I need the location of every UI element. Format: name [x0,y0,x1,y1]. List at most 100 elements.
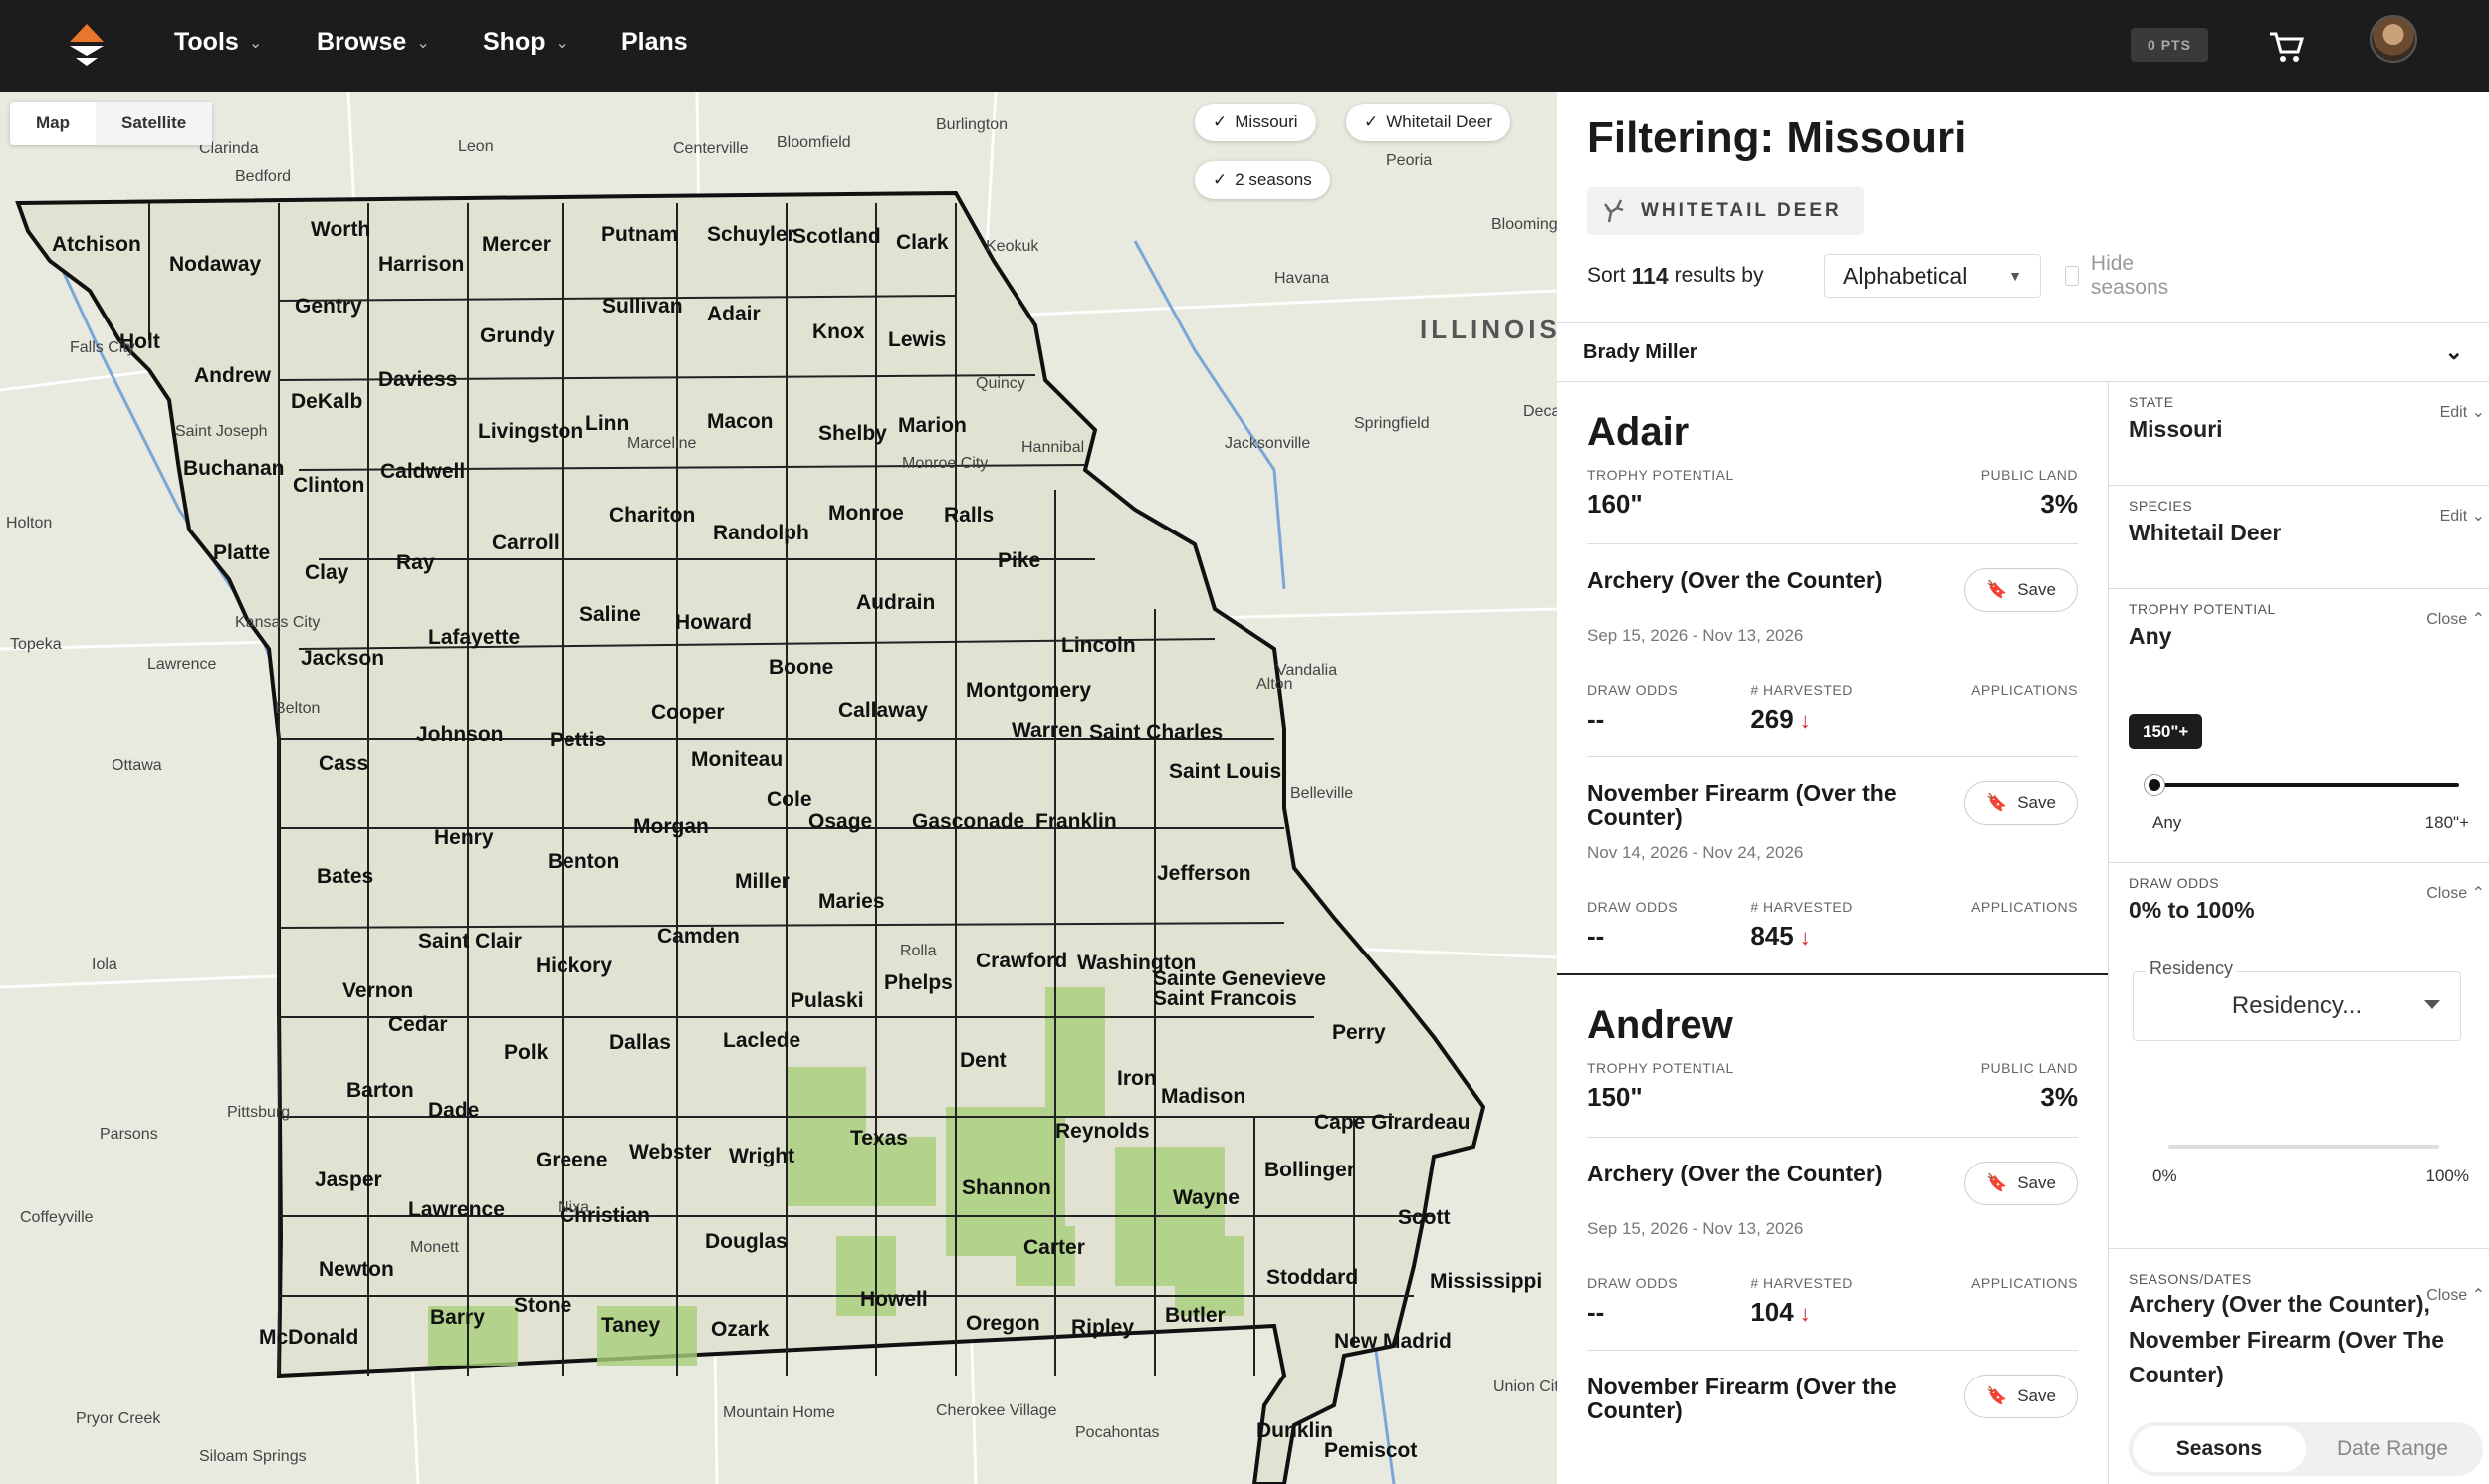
save-button[interactable]: 🔖 Save [1964,781,2078,825]
county-label[interactable]: Harrison [378,253,464,276]
user-selector[interactable]: Brady Miller ⌄ [1557,322,2489,382]
filter-chip-missouri[interactable]: ✓ Missouri [1195,104,1316,141]
county-label[interactable]: Jasper [315,1168,382,1191]
unit-card-adair[interactable]: Adair TROPHY POTENTIAL 160" PUBLIC LAND 3%… [1557,382,2108,976]
county-label[interactable]: Knox [812,320,865,343]
county-label[interactable]: Cape Girardeau [1314,1111,1470,1134]
filter-draw-odds[interactable]: DRAW ODDS 0% to 100% Close ⌃ Residency Re… [2109,863,2489,1249]
county-label[interactable]: Ray [396,551,435,574]
county-label[interactable]: Cole [767,788,812,811]
county-label[interactable]: Pike [998,549,1040,572]
county-label[interactable]: Daviess [378,368,457,391]
county-label[interactable]: Lawrence [408,1198,505,1221]
seasons-mode-tabs[interactable]: Seasons Date Range [2129,1422,2483,1476]
filter-species[interactable]: SPECIES Whitetail Deer Edit ⌄ [2109,486,2489,589]
season-row[interactable]: November Firearm (Over the Counter) 🔖 Save [1587,1351,2078,1444]
county-label[interactable]: Livingston [478,420,583,443]
county-label[interactable]: Chariton [609,504,695,527]
nav-shop[interactable]: Shop ⌄ [483,28,568,57]
season-row[interactable]: Archery (Over the Counter) 🔖 Save Sep 15, … [1587,1138,2078,1352]
county-label[interactable]: Hickory [536,954,612,977]
county-label[interactable]: Howell [860,1288,928,1311]
county-label[interactable]: Boone [769,656,833,679]
county-label[interactable]: Gentry [295,295,362,318]
county-label[interactable]: Randolph [713,522,809,544]
county-label[interactable]: Cedar [388,1013,448,1036]
county-label[interactable]: Bollinger [1264,1159,1355,1181]
county-label[interactable]: Mississippi [1430,1270,1542,1293]
county-label[interactable]: Clark [896,231,949,254]
county-label[interactable]: Callaway [838,699,928,722]
county-label[interactable]: Montgomery [966,679,1091,702]
filter-chip-seasons[interactable]: ✓ 2 seasons [1195,161,1330,199]
county-label[interactable]: Andrew [194,364,272,387]
county-label[interactable]: Macon [707,410,774,433]
save-button[interactable]: 🔖 Save [1964,1162,2078,1206]
county-label[interactable]: Monroe [828,502,904,525]
county-label[interactable]: Saint Francois [1153,987,1297,1010]
map-canvas[interactable]: Atchison Nodaway Worth Harrison Mercer Putnam… [0,92,1557,1484]
county-label[interactable]: Butler [1165,1304,1226,1327]
county-label[interactable]: Saint Charles [1089,721,1223,743]
nav-tools[interactable]: Tools ⌄ [174,28,262,57]
season-row[interactable]: November Firearm (Over the Counter) 🔖 Save… [1587,757,2078,973]
tab-date-range[interactable]: Date Range [2306,1426,2479,1472]
county-label[interactable]: Barry [430,1306,485,1329]
county-label[interactable]: Cass [319,752,368,775]
save-button[interactable]: 🔖 Save [1964,1375,2078,1419]
hide-seasons-toggle[interactable]: Hide seasons [2065,252,2174,299]
county-label[interactable]: Wayne [1173,1186,1240,1209]
county-label[interactable]: Clinton [293,474,364,497]
filter-chip-whitetail-deer[interactable]: ✓ Whitetail Deer [1346,104,1511,141]
county-label[interactable]: Shelby [818,422,887,445]
county-label[interactable]: Vernon [342,979,413,1002]
county-label[interactable]: Cooper [651,701,725,724]
county-label[interactable]: Howard [675,611,752,634]
county-label[interactable]: Buchanan [183,457,285,480]
county-label[interactable]: Reynolds [1055,1120,1150,1143]
save-button[interactable]: 🔖 Save [1964,568,2078,612]
county-label[interactable]: Iron [1117,1067,1157,1090]
county-label[interactable]: Dallas [609,1031,671,1054]
county-label[interactable]: Nodaway [169,253,262,276]
county-label[interactable]: Caldwell [380,460,465,483]
county-label[interactable]: Phelps [884,971,953,994]
county-label[interactable]: Stone [514,1294,571,1317]
hide-seasons-checkbox[interactable] [2065,266,2079,286]
map-toggle-satellite[interactable]: Satellite [96,102,213,145]
county-label[interactable]: Greene [536,1149,607,1171]
gohunt-logo-icon[interactable] [64,22,110,68]
county-label[interactable]: Pulaski [791,989,864,1012]
county-label[interactable]: Texas [850,1127,908,1150]
close-trophy-button[interactable]: Close ⌃ [2426,609,2485,629]
draw-odds-slider[interactable] [2129,1127,2479,1166]
county-label[interactable]: McDonald [259,1326,358,1349]
nav-browse[interactable]: Browse ⌄ [317,28,430,57]
county-label[interactable]: Barton [346,1079,414,1102]
county-label[interactable]: Atchison [52,233,141,256]
county-label[interactable]: Schuyler [707,223,795,246]
county-label[interactable]: Audrain [856,591,935,614]
county-label[interactable]: Bates [317,865,373,888]
county-label[interactable]: Dade [428,1099,479,1122]
county-label[interactable]: Marion [898,414,967,437]
edit-species-button[interactable]: Edit ⌄ [2440,506,2485,526]
county-label[interactable]: Stoddard [1266,1266,1358,1289]
county-label[interactable]: Jackson [301,647,384,670]
county-label[interactable]: Pemiscot [1324,1439,1417,1462]
sort-select[interactable]: Alphabetical ▼ [1824,254,2041,298]
map-toggle-map[interactable]: Map [10,102,96,145]
county-label[interactable]: Benton [548,850,619,873]
county-label[interactable]: Scotland [792,225,881,248]
county-label[interactable]: Douglas [705,1230,788,1253]
county-label[interactable]: Madison [1161,1085,1245,1108]
county-label[interactable]: Saline [579,603,641,626]
county-label[interactable]: Ozark [711,1318,770,1341]
county-label[interactable]: Worth [311,218,370,241]
county-label[interactable]: Maries [818,890,885,913]
county-label[interactable]: Linn [585,412,629,435]
county-label[interactable]: Franklin [1035,810,1117,833]
user-avatar[interactable] [2370,15,2417,63]
county-label[interactable]: Pettis [550,729,606,751]
cart-icon[interactable] [2266,26,2306,66]
